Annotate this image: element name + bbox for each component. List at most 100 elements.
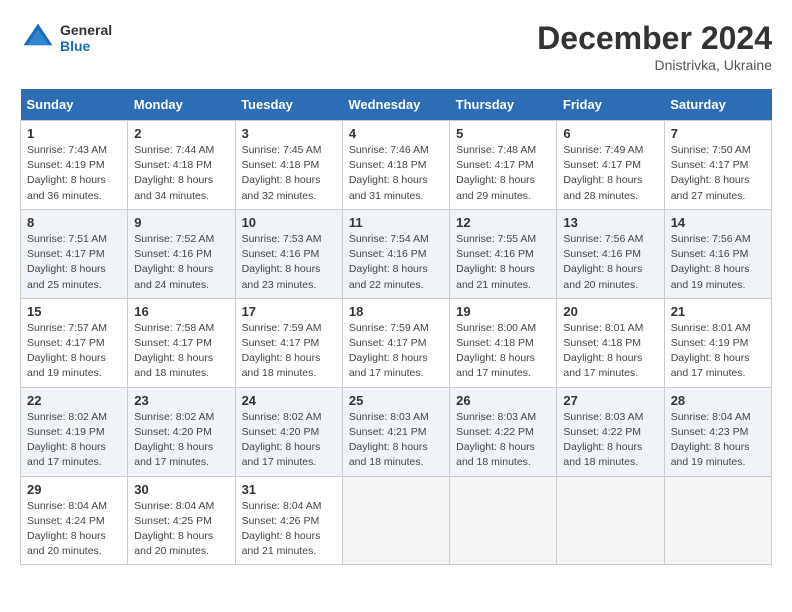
- weekday-header-monday: Monday: [128, 89, 235, 121]
- calendar-cell: 11 Sunrise: 7:54 AM Sunset: 4:16 PM Dayl…: [342, 209, 449, 298]
- day-info: Sunrise: 8:03 AM Sunset: 4:22 PM Dayligh…: [456, 410, 550, 471]
- sunrise-label: Sunrise: 7:56 AM: [671, 233, 751, 245]
- calendar-cell: 15 Sunrise: 7:57 AM Sunset: 4:17 PM Dayl…: [21, 298, 128, 387]
- sunrise-label: Sunrise: 8:00 AM: [456, 322, 536, 334]
- sunrise-label: Sunrise: 7:59 AM: [349, 322, 429, 334]
- daylight-label: Daylight: 8 hours and 25 minutes.: [27, 263, 106, 290]
- calendar-cell: 30 Sunrise: 8:04 AM Sunset: 4:25 PM Dayl…: [128, 476, 235, 565]
- sunset-label: Sunset: 4:22 PM: [456, 426, 534, 438]
- day-number: 9: [134, 215, 228, 230]
- sunset-label: Sunset: 4:18 PM: [349, 159, 427, 171]
- day-number: 10: [242, 215, 336, 230]
- calendar-week-1: 1 Sunrise: 7:43 AM Sunset: 4:19 PM Dayli…: [21, 121, 772, 210]
- day-info: Sunrise: 7:46 AM Sunset: 4:18 PM Dayligh…: [349, 143, 443, 204]
- weekday-header-friday: Friday: [557, 89, 664, 121]
- sunrise-label: Sunrise: 7:55 AM: [456, 233, 536, 245]
- sunrise-label: Sunrise: 8:01 AM: [563, 322, 643, 334]
- sunset-label: Sunset: 4:16 PM: [456, 248, 534, 260]
- day-number: 27: [563, 393, 657, 408]
- sunrise-label: Sunrise: 8:03 AM: [349, 411, 429, 423]
- calendar-cell: 12 Sunrise: 7:55 AM Sunset: 4:16 PM Dayl…: [450, 209, 557, 298]
- day-number: 26: [456, 393, 550, 408]
- day-info: Sunrise: 7:51 AM Sunset: 4:17 PM Dayligh…: [27, 232, 121, 293]
- page-header: General Blue December 2024 Dnistrivka, U…: [20, 20, 772, 73]
- calendar-cell: 13 Sunrise: 7:56 AM Sunset: 4:16 PM Dayl…: [557, 209, 664, 298]
- sunrise-label: Sunrise: 8:04 AM: [134, 500, 214, 512]
- calendar-cell: 26 Sunrise: 8:03 AM Sunset: 4:22 PM Dayl…: [450, 387, 557, 476]
- calendar-cell: [342, 476, 449, 565]
- weekday-header-wednesday: Wednesday: [342, 89, 449, 121]
- daylight-label: Daylight: 8 hours and 19 minutes.: [671, 263, 750, 290]
- daylight-label: Daylight: 8 hours and 31 minutes.: [349, 174, 428, 201]
- daylight-label: Daylight: 8 hours and 24 minutes.: [134, 263, 213, 290]
- day-info: Sunrise: 7:57 AM Sunset: 4:17 PM Dayligh…: [27, 321, 121, 382]
- sunset-label: Sunset: 4:19 PM: [671, 337, 749, 349]
- sunset-label: Sunset: 4:16 PM: [349, 248, 427, 260]
- calendar-cell: 19 Sunrise: 8:00 AM Sunset: 4:18 PM Dayl…: [450, 298, 557, 387]
- sunset-label: Sunset: 4:18 PM: [134, 159, 212, 171]
- day-info: Sunrise: 7:48 AM Sunset: 4:17 PM Dayligh…: [456, 143, 550, 204]
- logo: General Blue: [20, 20, 112, 56]
- daylight-label: Daylight: 8 hours and 20 minutes.: [563, 263, 642, 290]
- daylight-label: Daylight: 8 hours and 32 minutes.: [242, 174, 321, 201]
- calendar-cell: [450, 476, 557, 565]
- day-info: Sunrise: 7:45 AM Sunset: 4:18 PM Dayligh…: [242, 143, 336, 204]
- daylight-label: Daylight: 8 hours and 20 minutes.: [134, 530, 213, 557]
- calendar-cell: 25 Sunrise: 8:03 AM Sunset: 4:21 PM Dayl…: [342, 387, 449, 476]
- day-info: Sunrise: 7:52 AM Sunset: 4:16 PM Dayligh…: [134, 232, 228, 293]
- sunset-label: Sunset: 4:17 PM: [134, 337, 212, 349]
- calendar-cell: 27 Sunrise: 8:03 AM Sunset: 4:22 PM Dayl…: [557, 387, 664, 476]
- day-number: 20: [563, 304, 657, 319]
- calendar-cell: 17 Sunrise: 7:59 AM Sunset: 4:17 PM Dayl…: [235, 298, 342, 387]
- day-number: 14: [671, 215, 765, 230]
- day-info: Sunrise: 8:03 AM Sunset: 4:21 PM Dayligh…: [349, 410, 443, 471]
- day-number: 28: [671, 393, 765, 408]
- day-number: 15: [27, 304, 121, 319]
- daylight-label: Daylight: 8 hours and 17 minutes.: [27, 441, 106, 468]
- day-number: 5: [456, 126, 550, 141]
- sunrise-label: Sunrise: 8:02 AM: [242, 411, 322, 423]
- calendar-cell: 21 Sunrise: 8:01 AM Sunset: 4:19 PM Dayl…: [664, 298, 771, 387]
- daylight-label: Daylight: 8 hours and 17 minutes.: [456, 352, 535, 379]
- day-number: 30: [134, 482, 228, 497]
- sunset-label: Sunset: 4:16 PM: [563, 248, 641, 260]
- sunrise-label: Sunrise: 7:52 AM: [134, 233, 214, 245]
- day-info: Sunrise: 7:44 AM Sunset: 4:18 PM Dayligh…: [134, 143, 228, 204]
- sunrise-label: Sunrise: 7:53 AM: [242, 233, 322, 245]
- sunrise-label: Sunrise: 7:46 AM: [349, 144, 429, 156]
- day-number: 4: [349, 126, 443, 141]
- calendar-cell: 10 Sunrise: 7:53 AM Sunset: 4:16 PM Dayl…: [235, 209, 342, 298]
- day-info: Sunrise: 7:49 AM Sunset: 4:17 PM Dayligh…: [563, 143, 657, 204]
- daylight-label: Daylight: 8 hours and 17 minutes.: [563, 352, 642, 379]
- sunset-label: Sunset: 4:17 PM: [349, 337, 427, 349]
- daylight-label: Daylight: 8 hours and 22 minutes.: [349, 263, 428, 290]
- day-info: Sunrise: 7:55 AM Sunset: 4:16 PM Dayligh…: [456, 232, 550, 293]
- calendar-week-4: 22 Sunrise: 8:02 AM Sunset: 4:19 PM Dayl…: [21, 387, 772, 476]
- sunset-label: Sunset: 4:17 PM: [27, 337, 105, 349]
- day-info: Sunrise: 8:01 AM Sunset: 4:18 PM Dayligh…: [563, 321, 657, 382]
- daylight-label: Daylight: 8 hours and 18 minutes.: [563, 441, 642, 468]
- sunrise-label: Sunrise: 7:56 AM: [563, 233, 643, 245]
- day-number: 31: [242, 482, 336, 497]
- sunrise-label: Sunrise: 8:02 AM: [27, 411, 107, 423]
- sunset-label: Sunset: 4:16 PM: [134, 248, 212, 260]
- sunset-label: Sunset: 4:24 PM: [27, 515, 105, 527]
- sunrise-label: Sunrise: 8:04 AM: [27, 500, 107, 512]
- sunset-label: Sunset: 4:22 PM: [563, 426, 641, 438]
- daylight-label: Daylight: 8 hours and 17 minutes.: [671, 352, 750, 379]
- sunset-label: Sunset: 4:20 PM: [134, 426, 212, 438]
- logo-icon: [20, 20, 56, 56]
- daylight-label: Daylight: 8 hours and 34 minutes.: [134, 174, 213, 201]
- day-number: 23: [134, 393, 228, 408]
- weekday-header-sunday: Sunday: [21, 89, 128, 121]
- day-number: 13: [563, 215, 657, 230]
- daylight-label: Daylight: 8 hours and 21 minutes.: [456, 263, 535, 290]
- sunset-label: Sunset: 4:17 PM: [671, 159, 749, 171]
- daylight-label: Daylight: 8 hours and 28 minutes.: [563, 174, 642, 201]
- sunset-label: Sunset: 4:19 PM: [27, 426, 105, 438]
- day-info: Sunrise: 8:02 AM Sunset: 4:20 PM Dayligh…: [242, 410, 336, 471]
- day-number: 6: [563, 126, 657, 141]
- sunrise-label: Sunrise: 8:04 AM: [242, 500, 322, 512]
- daylight-label: Daylight: 8 hours and 23 minutes.: [242, 263, 321, 290]
- daylight-label: Daylight: 8 hours and 17 minutes.: [242, 441, 321, 468]
